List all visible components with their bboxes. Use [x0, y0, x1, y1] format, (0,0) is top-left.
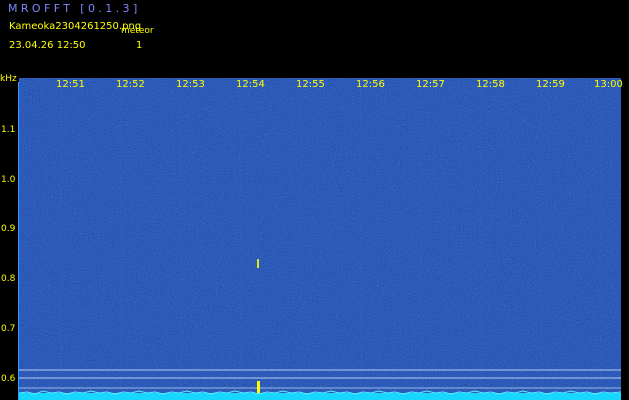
time-label-12-51: 12:51 [56, 79, 85, 90]
frequency-tick-0-8: 0.8 [1, 274, 16, 284]
frequency-tick-1-0: 1.0 [1, 175, 16, 185]
noise-floor-band [19, 393, 621, 400]
time-label-12-57: 12:57 [416, 79, 445, 90]
spectrogram-specks [19, 78, 621, 400]
time-label-12-59: 12:59 [536, 79, 565, 90]
capture-timestamp: 23.04.26 12:50 [9, 40, 86, 51]
frequency-tick-0-7: 0.7 [1, 324, 16, 334]
time-label-13-00: 13:00 [594, 79, 623, 90]
time-label-12-53: 12:53 [176, 79, 205, 90]
app-title: MROFFT [0.1.3] [8, 2, 141, 15]
spectrogram-canvas [19, 78, 621, 400]
time-label-12-52: 12:52 [116, 79, 145, 90]
noise-floor [19, 390, 621, 400]
frequency-tick-1-1: 1.1 [1, 125, 16, 135]
frequency-tick-0-9: 0.9 [1, 224, 16, 234]
frequency-tick-0-6: 0.6 [1, 374, 16, 384]
meteor-count: 1 [136, 40, 143, 51]
meteor-echo-small [257, 259, 259, 268]
time-label-12-55: 12:55 [296, 79, 325, 90]
time-label-12-54: 12:54 [236, 79, 265, 90]
spectrogram-plot [19, 78, 621, 400]
time-label-12-56: 12:56 [356, 79, 385, 90]
meteor-label: meteor [121, 26, 154, 36]
time-label-12-58: 12:58 [476, 79, 505, 90]
